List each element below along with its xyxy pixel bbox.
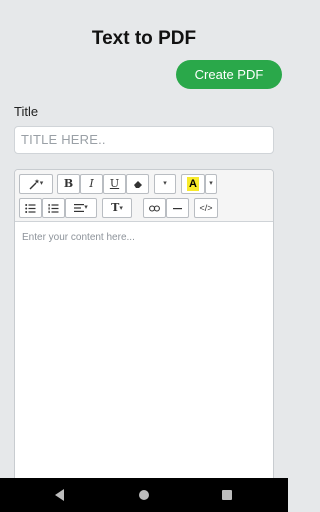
- text-size-button[interactable]: T▾: [102, 198, 132, 218]
- chevron-down-icon: ▾: [209, 180, 213, 188]
- recents-icon[interactable]: [222, 490, 232, 500]
- home-icon[interactable]: [139, 490, 149, 500]
- font-menu-button[interactable]: ▾: [154, 174, 176, 194]
- system-navbar: [0, 478, 288, 512]
- italic-button[interactable]: I: [80, 174, 103, 194]
- numbered-list-icon: [48, 203, 59, 213]
- page-title: Text to PDF: [91, 28, 197, 49]
- chevron-down-icon: ▾: [163, 180, 167, 188]
- title-label: Title: [14, 104, 39, 119]
- content-input[interactable]: Enter your content here...: [22, 232, 135, 243]
- eraser-icon: [133, 181, 142, 189]
- highlight-a-icon: A: [187, 177, 199, 191]
- content-editor: ▾ B I U ▾ A ▾ ▾ T▾ </> Enter your conten…: [14, 169, 274, 489]
- chevron-down-icon: ▾: [119, 203, 123, 212]
- bulleted-list-icon: [25, 203, 36, 213]
- horizontal-rule-icon: [173, 207, 182, 209]
- chevron-down-icon: ▾: [84, 204, 88, 212]
- color-menu-button[interactable]: ▾: [205, 174, 217, 194]
- text-color-button[interactable]: A: [181, 174, 205, 194]
- horizontal-rule-button[interactable]: [166, 198, 189, 218]
- code-view-button[interactable]: </>: [194, 198, 218, 218]
- magic-wand-icon: [29, 178, 40, 190]
- clear-format-button[interactable]: [126, 174, 149, 194]
- unordered-list-button[interactable]: [19, 198, 42, 218]
- underline-button[interactable]: U: [103, 174, 126, 194]
- chevron-down-icon: ▾: [39, 180, 44, 188]
- create-pdf-button[interactable]: Create PDF: [176, 60, 282, 89]
- link-button[interactable]: [143, 198, 166, 218]
- title-input[interactable]: TITLE HERE..: [14, 126, 274, 154]
- link-icon: [149, 205, 160, 212]
- style-button[interactable]: ▾: [19, 174, 53, 194]
- back-icon[interactable]: [55, 489, 64, 501]
- bold-button[interactable]: B: [57, 174, 80, 194]
- align-left-icon: [74, 204, 85, 213]
- editor-toolbar: ▾ B I U ▾ A ▾ ▾ T▾ </>: [15, 170, 273, 222]
- ordered-list-button[interactable]: [42, 198, 65, 218]
- paragraph-align-button[interactable]: ▾: [65, 198, 97, 218]
